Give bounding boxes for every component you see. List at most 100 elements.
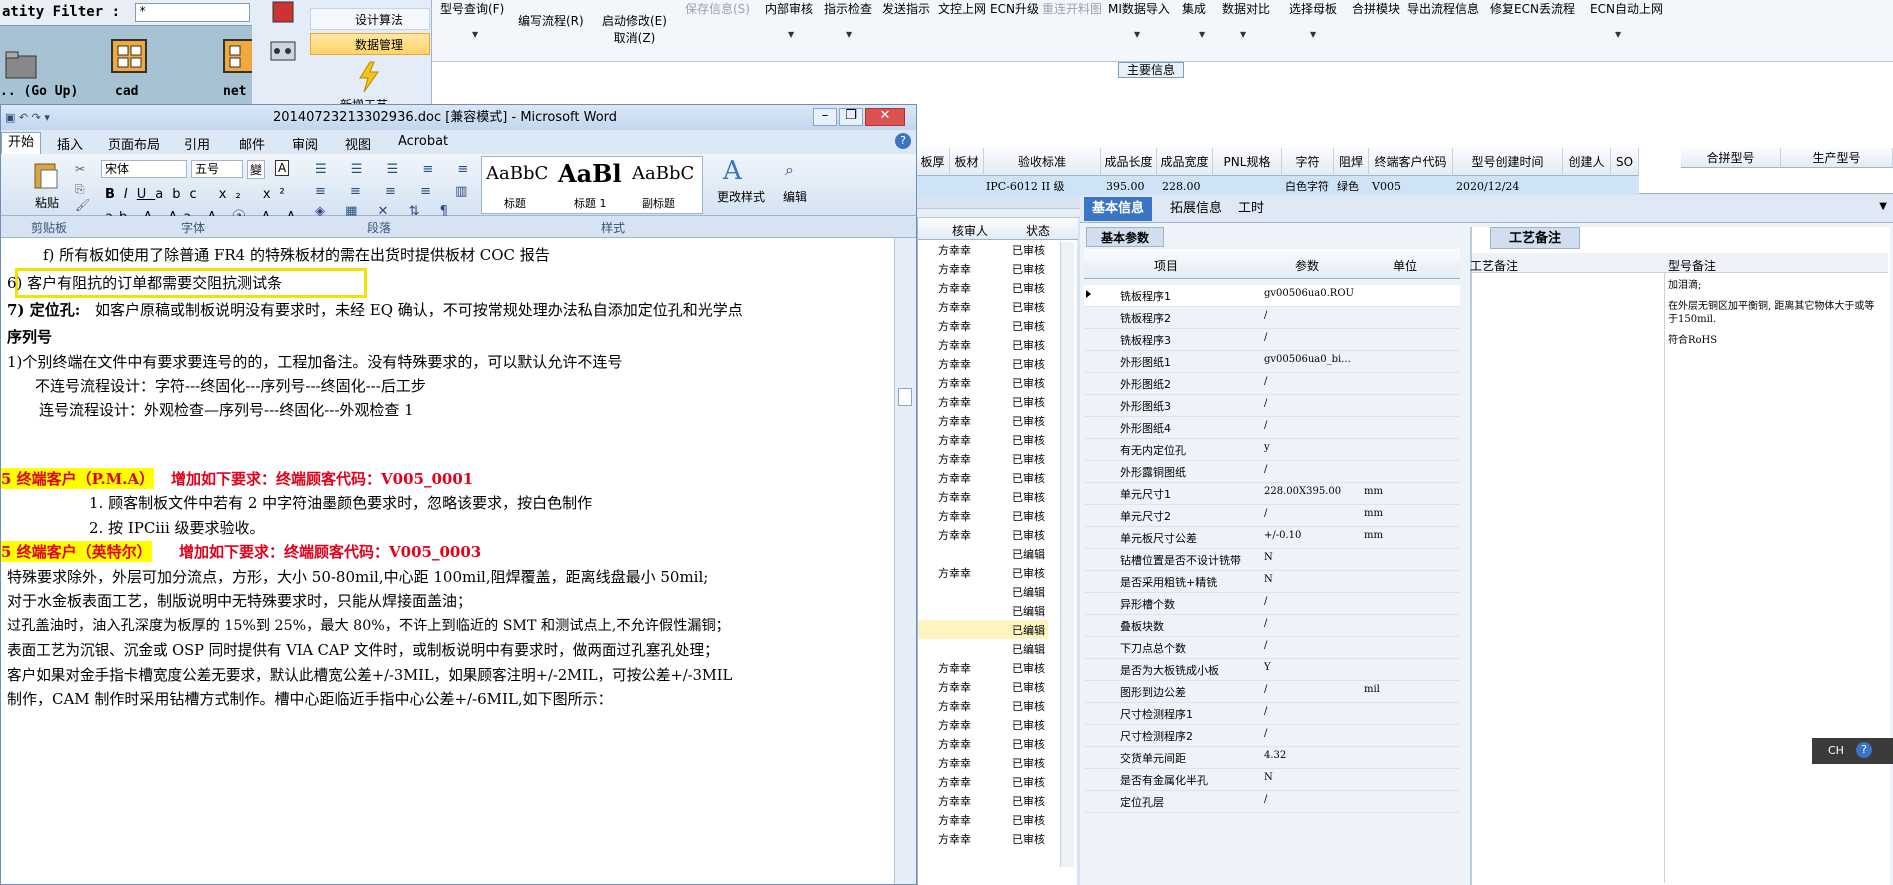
toolbar-ecn-upgrade[interactable]: ECN升级 [990, 0, 1039, 17]
param-value[interactable]: Y [1264, 662, 1271, 673]
tab-insert[interactable]: 插入 [57, 134, 83, 153]
col-header[interactable]: SO [1611, 148, 1639, 176]
col-header[interactable]: 阻焊 [1334, 148, 1369, 176]
table-row[interactable]: 外形露铜图纸 / [1084, 461, 1460, 483]
folder-up-icon[interactable] [2, 48, 42, 84]
table-row[interactable]: 是否采用粗铣+精铣 N [1084, 571, 1460, 593]
table-row[interactable]: 是否有金属化半孔 N [1084, 769, 1460, 791]
table-row[interactable]: 方幸幸 已审核 [918, 563, 1048, 582]
table-row[interactable]: 方幸幸 已审核 [918, 696, 1048, 715]
toolbar-doc-online[interactable]: 文控上网 [938, 0, 986, 17]
tab-extended-info[interactable]: 拓展信息 [1162, 197, 1230, 221]
chevron-down-icon[interactable]: ▼ [1615, 30, 1621, 39]
tab-basic-params[interactable]: 基本参数 [1086, 227, 1165, 247]
param-value[interactable]: / [1264, 794, 1267, 805]
find-icon[interactable]: ⌕ [785, 160, 794, 180]
param-value[interactable]: / [1264, 728, 1267, 739]
edit-label[interactable]: 编辑 [783, 188, 807, 205]
param-value[interactable]: / [1264, 376, 1267, 387]
table-row[interactable]: 方幸幸 已审核 [918, 715, 1048, 734]
nav-data-management[interactable]: 数据管理 [310, 33, 430, 55]
param-value[interactable]: / [1264, 420, 1267, 431]
chevron-down-icon[interactable]: ▼ [846, 30, 852, 39]
toolbar-reconnect-cut[interactable]: 重连开料图 [1042, 0, 1102, 17]
col-header[interactable]: 终端客户代码 [1369, 148, 1453, 176]
copy-icon[interactable]: ⎘ [75, 182, 85, 197]
param-value[interactable]: / [1264, 464, 1267, 475]
table-row[interactable]: 外形图纸2 / [1084, 373, 1460, 395]
font-size-select[interactable]: 五号 [191, 160, 243, 178]
cut-icon[interactable]: ✂ [75, 162, 85, 176]
table-row[interactable]: 有无内定位孔 y [1084, 439, 1460, 461]
param-value[interactable]: / [1264, 640, 1267, 651]
param-value[interactable]: / [1264, 310, 1267, 321]
toolbar-send-instruction[interactable]: 发送指示 [882, 0, 930, 17]
table-row[interactable]: 方幸幸 已审核 [918, 411, 1048, 430]
table-row[interactable]: 尺寸检测程序2 / [1084, 725, 1460, 747]
table-row[interactable]: 方幸幸 已审核 [918, 373, 1048, 392]
vertical-scrollbar[interactable] [1060, 242, 1074, 867]
param-value[interactable]: N [1264, 772, 1273, 783]
entity-filter-input[interactable]: * [135, 3, 250, 22]
table-row[interactable]: 已编辑 [918, 620, 1048, 639]
phonetic-icon[interactable]: 變 [247, 160, 266, 179]
chevron-down-icon[interactable]: ▼ [1240, 30, 1246, 39]
table-row[interactable]: 铣板程序1 gv00506ua0.ROU [1084, 285, 1460, 307]
table-row[interactable]: 叠板块数 / [1084, 615, 1460, 637]
table-row[interactable]: 方幸幸 已审核 [918, 392, 1048, 411]
toolbar-edit-flow[interactable]: 编写流程(R) [518, 12, 584, 29]
font-format-buttons[interactable]: BIUabc x₂ x² [105, 187, 294, 202]
param-value[interactable]: / [1264, 706, 1267, 717]
char-border-icon[interactable]: A [275, 160, 290, 176]
param-value[interactable]: / [1264, 684, 1267, 695]
param-value[interactable]: gv00506ua0.ROU [1264, 288, 1354, 299]
table-row[interactable]: 尺寸检测程序1 / [1084, 703, 1460, 725]
col-header[interactable]: 参数 [1295, 257, 1319, 274]
param-value[interactable]: y [1264, 442, 1270, 453]
tab-mailings[interactable]: 邮件 [239, 134, 265, 153]
help-icon[interactable]: ? [895, 133, 911, 149]
col-header[interactable]: 成品宽度 [1157, 148, 1213, 176]
chevron-down-icon[interactable]: ▼ [1310, 30, 1316, 39]
table-row[interactable]: 方幸幸 已审核 [918, 829, 1048, 848]
param-value[interactable]: / [1264, 508, 1267, 519]
restore-icon[interactable]: ❐ [839, 108, 863, 126]
tab-review[interactable]: 审阅 [292, 134, 318, 153]
col-header[interactable]: 创建人 [1563, 148, 1611, 176]
col-header[interactable]: 单位 [1393, 257, 1417, 274]
tab-home[interactable]: 开始 [1, 132, 42, 154]
toolbar-data-compare[interactable]: 数据对比 [1222, 0, 1270, 17]
table-row[interactable]: 钻槽位置是否不设计铣带 N [1084, 549, 1460, 571]
toolbar-integrate[interactable]: 集成 [1182, 0, 1206, 17]
table-row[interactable]: 外形图纸4 / [1084, 417, 1460, 439]
param-value[interactable]: N [1264, 574, 1273, 585]
col-header[interactable]: 验收标准 [984, 148, 1101, 176]
font-name-select[interactable]: 宋体 [101, 160, 187, 178]
cad-icon[interactable] [110, 38, 150, 74]
table-row[interactable]: 方幸幸 已审核 [918, 449, 1048, 468]
vertical-scrollbar[interactable] [894, 238, 916, 884]
table-row[interactable]: 图形到边公差 / mil [1084, 681, 1460, 703]
col-header[interactable]: 生产型号 [1781, 148, 1893, 168]
chevron-down-icon[interactable]: ▼ [1134, 30, 1140, 39]
col-header[interactable]: PNL规格 [1213, 148, 1282, 176]
table-row[interactable]: 方幸幸 已审核 [918, 658, 1048, 677]
list-buttons[interactable]: ☰ ☰ ☰ ≡ ≡ [315, 162, 478, 177]
toolbar-internal-review[interactable]: 内部审核 [765, 0, 813, 17]
param-value[interactable]: gv00506ua0_bi... [1264, 354, 1351, 365]
param-value[interactable]: 228.00X395.00 [1264, 486, 1341, 497]
toolbar-fix-ecn[interactable]: 修复ECN丢流程 [1490, 0, 1575, 17]
param-value[interactable]: / [1264, 398, 1267, 409]
tab-references[interactable]: 引用 [184, 134, 210, 153]
chevron-down-icon[interactable]: ▼ [1879, 201, 1887, 212]
table-row[interactable]: 定位孔层 / [1084, 791, 1460, 813]
table-row[interactable]: 方幸幸 已审核 [918, 677, 1048, 696]
table-row[interactable]: 方幸幸 已审核 [918, 316, 1048, 335]
chevron-down-icon[interactable]: ▼ [1199, 30, 1205, 39]
table-row[interactable]: 方幸幸 已审核 [918, 791, 1048, 810]
table-row[interactable]: 外形图纸3 / [1084, 395, 1460, 417]
col-header[interactable]: 合拼型号 [1681, 148, 1781, 168]
param-value[interactable]: / [1264, 618, 1267, 629]
table-row[interactable]: 交货单元间距 4.32 [1084, 747, 1460, 769]
toolbar-check-instruction[interactable]: 指示检查 [824, 0, 872, 17]
